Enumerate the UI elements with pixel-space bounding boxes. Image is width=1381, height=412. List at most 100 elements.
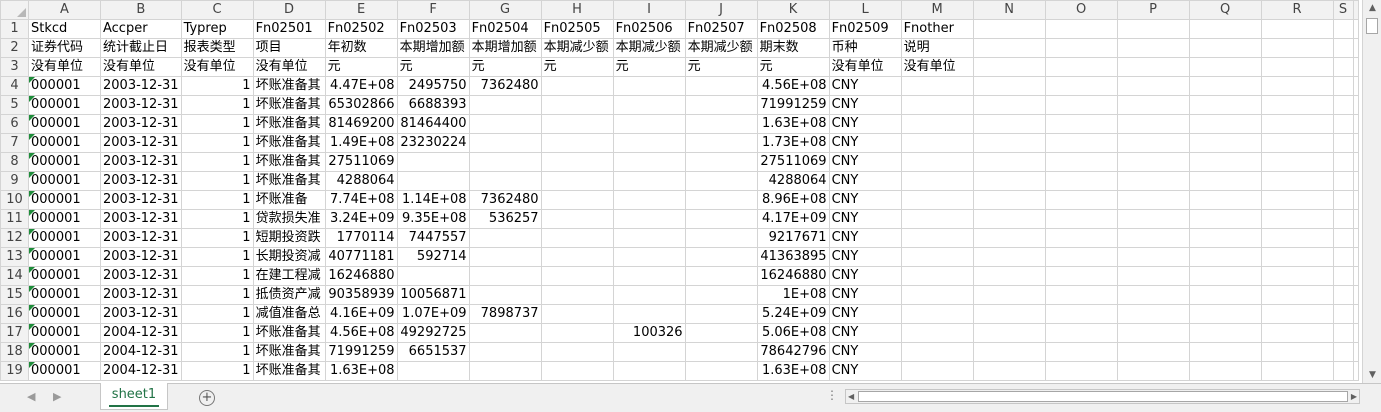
cell[interactable]: 没有单位 [828,57,902,77]
cell[interactable]: 5.24E+09 [756,304,830,324]
cell[interactable] [1044,95,1118,115]
cell[interactable]: 1.63E+08 [324,361,398,381]
cell[interactable] [1044,152,1118,172]
cell[interactable]: 1 [180,133,254,153]
cell[interactable] [972,19,1046,39]
cell[interactable] [1332,266,1354,286]
cell[interactable] [1352,323,1359,343]
cell[interactable]: 000001 [28,190,101,210]
cell[interactable]: CNY [828,76,902,96]
cell[interactable] [612,152,686,172]
cell[interactable] [1352,38,1359,58]
cell[interactable] [972,342,1046,362]
cell[interactable]: 3.24E+09 [324,209,398,229]
cell[interactable] [1116,171,1190,191]
cell[interactable] [1332,38,1354,58]
cell[interactable] [972,133,1046,153]
cell[interactable]: 在建工程减 [252,266,326,286]
select-all-corner[interactable] [0,0,29,20]
row-header[interactable]: 11 [0,209,29,229]
cell[interactable]: CNY [828,323,902,343]
cell[interactable] [1116,342,1190,362]
cell[interactable] [540,285,614,305]
cell[interactable] [468,342,542,362]
cell[interactable] [1044,57,1118,77]
cell[interactable] [1188,152,1262,172]
cell[interactable]: 536257 [468,209,542,229]
cell[interactable] [540,247,614,267]
cell[interactable]: CNY [828,190,902,210]
cell[interactable] [612,228,686,248]
cell[interactable] [1352,361,1359,381]
cell[interactable] [1188,133,1262,153]
cell[interactable]: CNY [828,114,902,134]
scroll-up-icon[interactable]: ▲ [1363,0,1381,16]
cell[interactable]: 16246880 [756,266,830,286]
cell[interactable] [1332,152,1354,172]
cell[interactable] [684,342,758,362]
horizontal-scroll-thumb[interactable] [858,391,1348,402]
cell[interactable]: 2004-12-31 [100,342,182,362]
column-header-k[interactable]: K [756,0,830,20]
cell[interactable]: 40771181 [324,247,398,267]
cell[interactable]: 4.16E+09 [324,304,398,324]
cell[interactable] [1332,342,1354,362]
cell[interactable] [1332,114,1354,134]
cell[interactable] [684,76,758,96]
cell[interactable] [1188,19,1262,39]
cell[interactable]: 8.96E+08 [756,190,830,210]
cell[interactable]: Typrep [180,19,254,39]
cell[interactable]: 2003-12-31 [100,304,182,324]
cell[interactable]: 27511069 [756,152,830,172]
cell[interactable]: 报表类型 [180,38,254,58]
cell[interactable] [540,266,614,286]
cell[interactable]: 2003-12-31 [100,114,182,134]
cell[interactable]: 7.74E+08 [324,190,398,210]
cell[interactable]: 81464400 [396,114,470,134]
cell[interactable] [612,95,686,115]
cell[interactable] [1260,114,1334,134]
row-header[interactable]: 12 [0,228,29,248]
cell[interactable] [1332,19,1354,39]
cell[interactable]: 592714 [396,247,470,267]
cell[interactable] [684,95,758,115]
cell[interactable] [1352,304,1359,324]
cell[interactable] [1352,247,1359,267]
cell[interactable]: 坏账准备 [252,190,326,210]
cell[interactable] [900,190,974,210]
cell[interactable] [1044,171,1118,191]
cell[interactable] [1116,190,1190,210]
column-header-b[interactable]: B [100,0,182,20]
cell[interactable]: CNY [828,171,902,191]
cell[interactable]: 90358939 [324,285,398,305]
cell[interactable]: 81469200 [324,114,398,134]
cell[interactable] [1332,304,1354,324]
cell[interactable]: 本期减少额 [540,38,614,58]
cell[interactable] [1352,342,1359,362]
cell[interactable] [468,228,542,248]
cell[interactable] [396,361,470,381]
column-header-g[interactable]: G [468,0,542,20]
cell[interactable]: 2003-12-31 [100,209,182,229]
column-header-f[interactable]: F [396,0,470,20]
cell[interactable] [612,361,686,381]
cell[interactable] [684,285,758,305]
cell[interactable]: CNY [828,342,902,362]
cell[interactable] [468,323,542,343]
cell[interactable] [1332,57,1354,77]
prev-sheet-icon[interactable]: ◀ [27,390,35,403]
cell[interactable] [1352,228,1359,248]
cell[interactable] [1332,247,1354,267]
cell[interactable] [972,95,1046,115]
row-header[interactable]: 8 [0,152,29,172]
cell[interactable] [540,342,614,362]
cell[interactable]: 2003-12-31 [100,228,182,248]
cell[interactable]: 000001 [28,133,101,153]
cell[interactable] [900,152,974,172]
column-header-c[interactable]: C [180,0,254,20]
cell[interactable]: 7447557 [396,228,470,248]
cell[interactable] [972,114,1046,134]
cell[interactable] [540,95,614,115]
cell[interactable] [972,152,1046,172]
cell[interactable]: 1.73E+08 [756,133,830,153]
